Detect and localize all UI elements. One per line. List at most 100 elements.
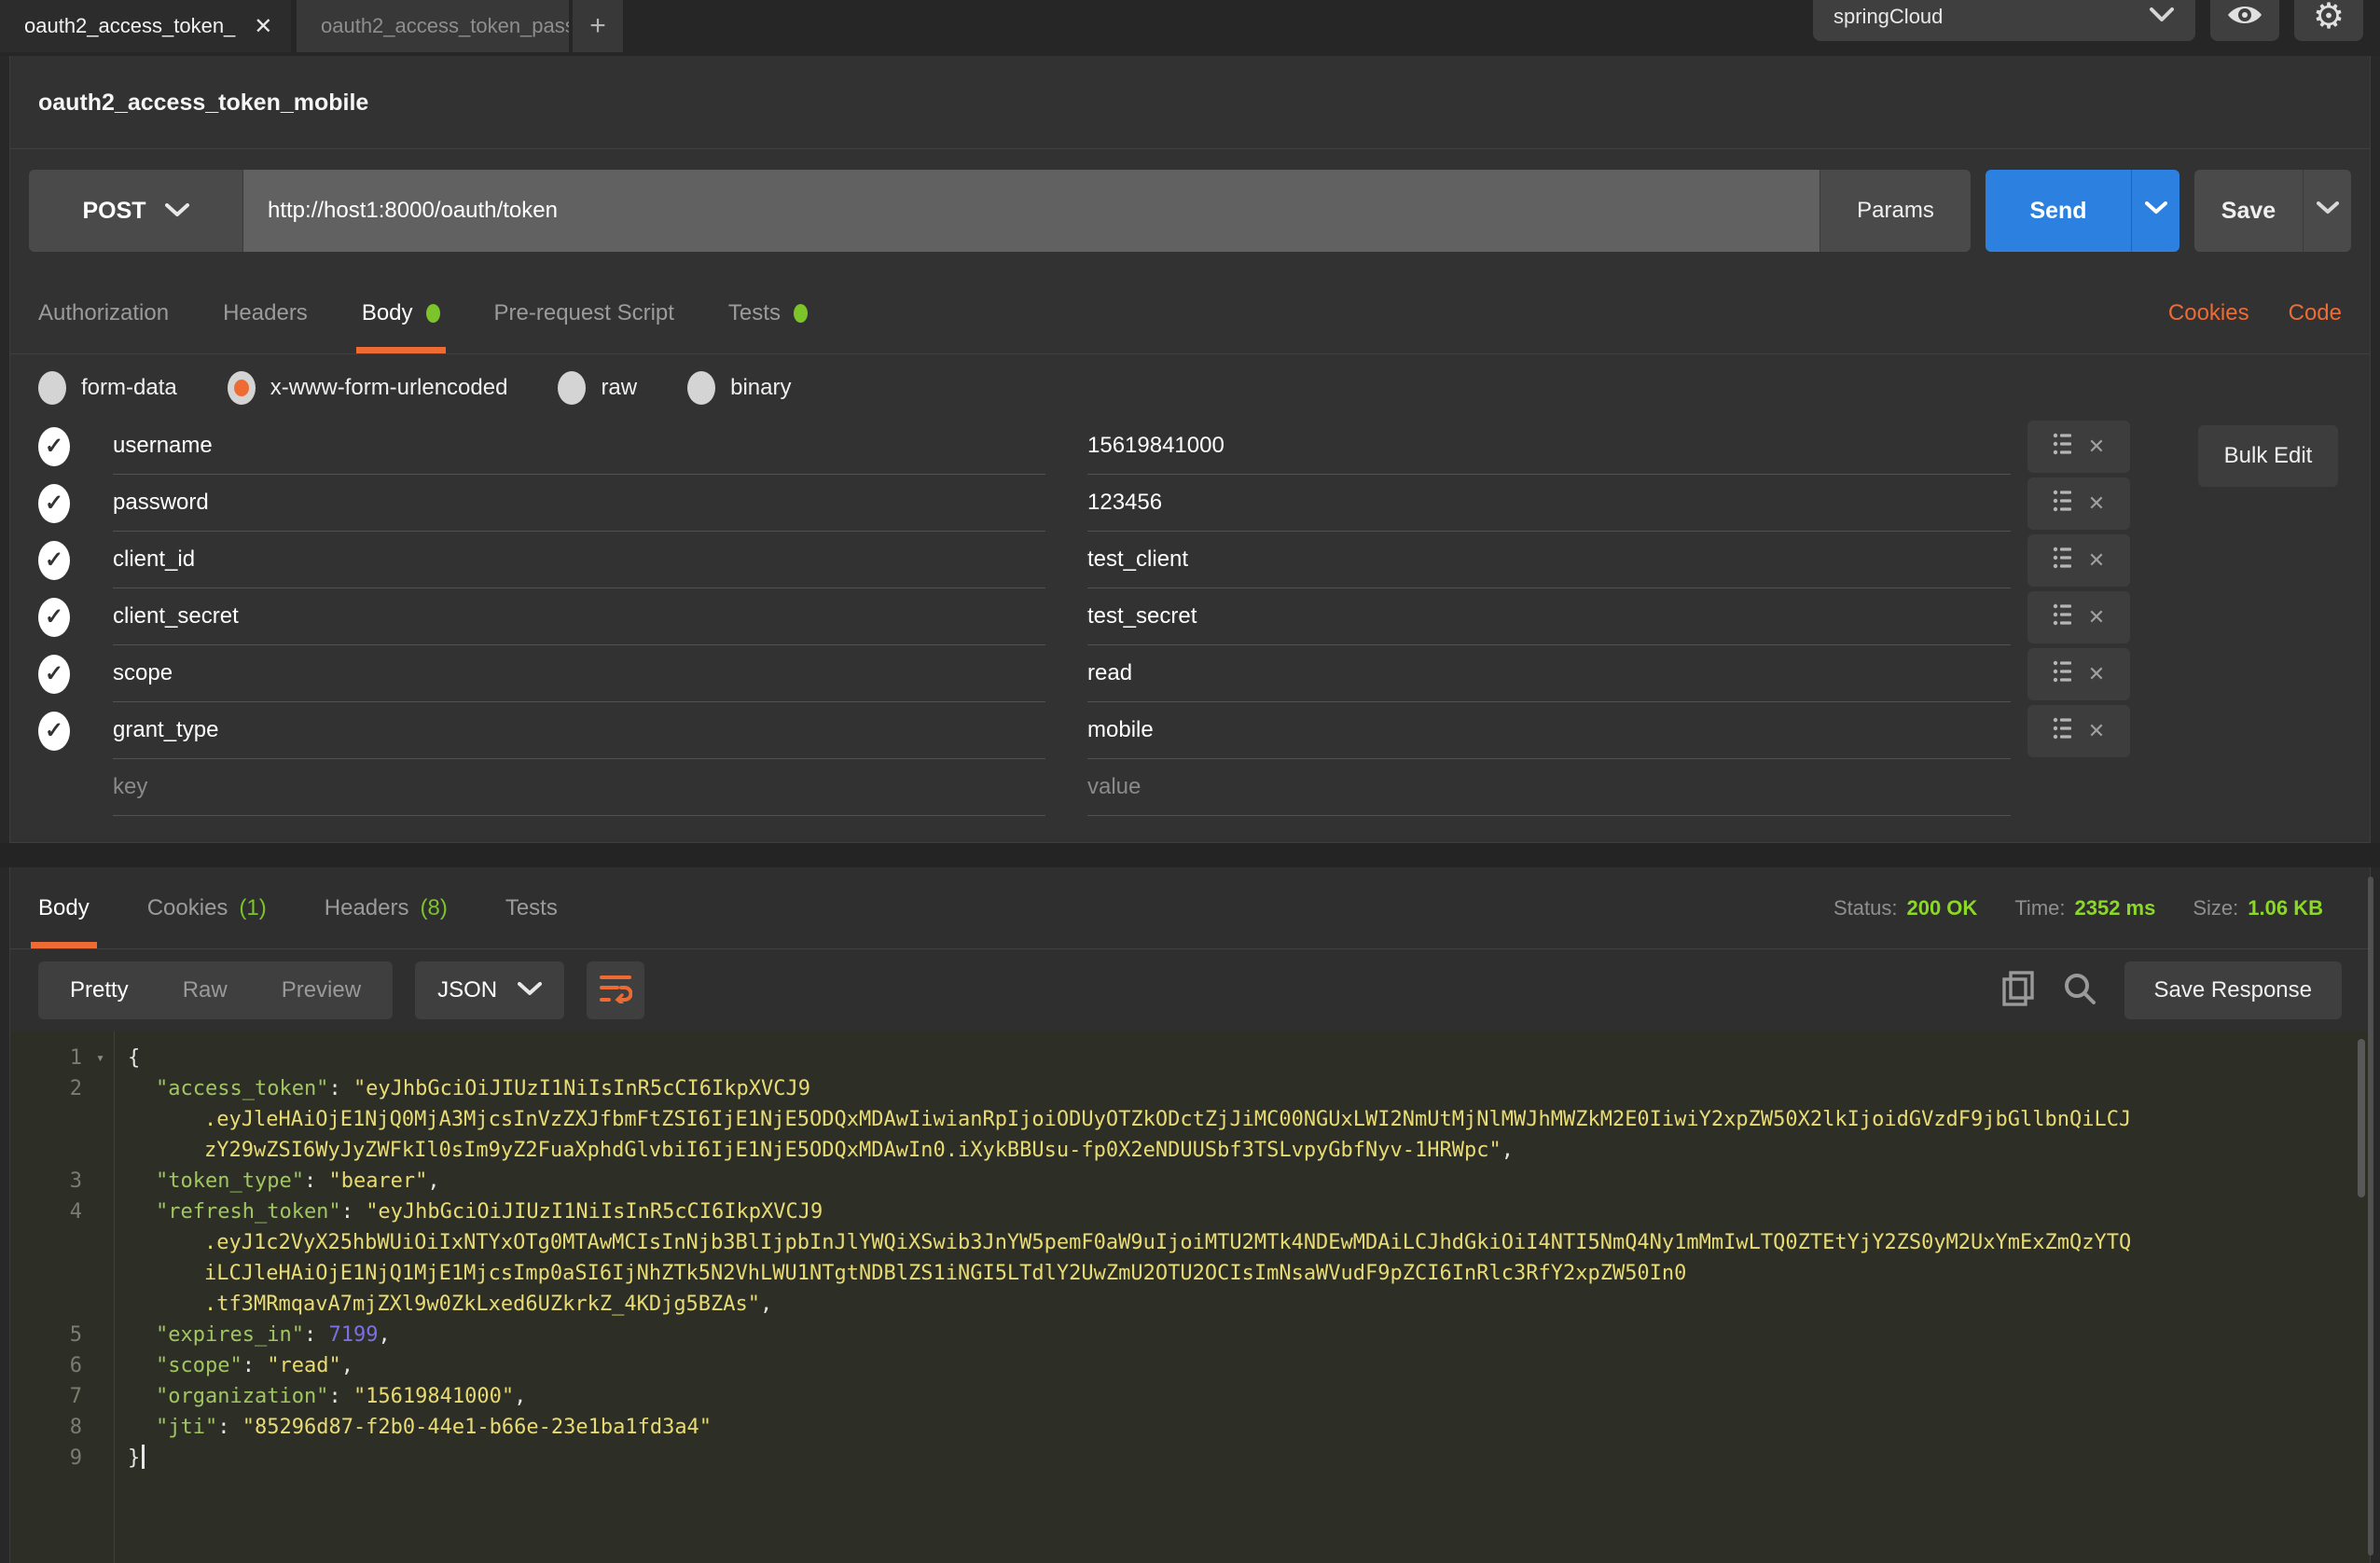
kv-value[interactable]: test_client	[1087, 532, 2011, 588]
send-button[interactable]: Send	[1986, 170, 2131, 252]
kv-key[interactable]: client_secret	[113, 588, 1045, 645]
response-tab-count: (8)	[420, 895, 447, 921]
plus-icon: +	[589, 10, 606, 42]
checkbox-checked-icon[interactable]: ✓	[38, 655, 70, 694]
response-tab-cookies[interactable]: Cookies(1)	[147, 867, 267, 948]
kv-value[interactable]: test_secret	[1087, 588, 2011, 645]
kv-key[interactable]: grant_type	[113, 702, 1045, 759]
wrap-lines-button[interactable]	[587, 961, 644, 1019]
open-tab-label: oauth2_access_token_passv	[321, 14, 569, 38]
checkbox-checked-icon[interactable]: ✓	[38, 541, 70, 580]
remove-row-icon[interactable]: ✕	[2088, 662, 2105, 686]
url-input[interactable]	[243, 170, 1820, 252]
send-options-button[interactable]	[2131, 170, 2179, 252]
gear-icon: ⚙	[2313, 0, 2345, 35]
size-value: 1.06 KB	[2248, 896, 2323, 920]
text-cursor	[142, 1445, 145, 1469]
body-mode-binary[interactable]: binary	[687, 371, 791, 405]
drag-handle-icon[interactable]	[2053, 489, 2073, 518]
request-tabs: Authorization Headers Body Pre-request Scri…	[10, 272, 2370, 354]
request-name: oauth2_access_token_mobile	[38, 90, 2342, 117]
response-tab-label: Headers	[325, 895, 409, 921]
save-response-button[interactable]: Save Response	[2124, 961, 2342, 1019]
cookies-link[interactable]: Cookies	[2168, 300, 2249, 326]
environment-area: springCloud ⚙	[1813, 0, 2380, 56]
remove-row-icon[interactable]: ✕	[2088, 719, 2105, 743]
view-mode-raw[interactable]: Raw	[183, 977, 228, 1003]
response-tab-body[interactable]: Body	[38, 867, 90, 948]
kv-check-cell: ✓	[38, 655, 113, 694]
params-button[interactable]: Params	[1820, 170, 1971, 252]
request-title-row: oauth2_access_token_mobile	[10, 56, 2370, 149]
line-number: 3	[10, 1166, 114, 1196]
open-tab-oauth2-access-token-passv[interactable]: oauth2_access_token_passv	[297, 0, 569, 52]
status-label: Status:	[1833, 896, 1897, 920]
new-tab-button[interactable]: +	[573, 0, 623, 52]
drag-handle-icon[interactable]	[2053, 602, 2073, 631]
checkbox-checked-icon[interactable]: ✓	[38, 712, 70, 751]
environment-quick-look-button[interactable]	[2210, 0, 2279, 41]
kv-key[interactable]: password	[113, 475, 1045, 532]
kv-key[interactable]: scope	[113, 645, 1045, 702]
response-toolbar-right: Save Response	[2001, 961, 2342, 1019]
tab-pre-request-script[interactable]: Pre-request Script	[494, 272, 674, 353]
kv-key[interactable]: username	[113, 418, 1045, 475]
code-token: "15619841000"	[353, 1385, 514, 1408]
view-mode-pretty[interactable]: Pretty	[70, 977, 129, 1003]
tab-label: Headers	[223, 300, 308, 326]
drag-handle-icon[interactable]	[2053, 716, 2073, 745]
drag-handle-icon[interactable]	[2053, 659, 2073, 688]
tab-body[interactable]: Body	[362, 272, 440, 353]
method-selector[interactable]: POST	[29, 170, 243, 252]
remove-row-icon[interactable]: ✕	[2088, 491, 2105, 516]
save-options-button[interactable]	[2303, 170, 2351, 252]
close-icon[interactable]: ✕	[235, 13, 272, 40]
body-mode-form-data[interactable]: form-data	[38, 371, 177, 405]
drag-handle-icon[interactable]	[2053, 432, 2073, 461]
kv-row-actions: ✕	[2027, 534, 2130, 587]
radio-icon	[38, 371, 66, 405]
remove-row-icon[interactable]: ✕	[2088, 548, 2105, 573]
remove-row-icon[interactable]: ✕	[2088, 605, 2105, 629]
checkbox-checked-icon[interactable]: ✓	[38, 427, 70, 466]
save-button[interactable]: Save	[2194, 170, 2303, 252]
search-icon[interactable]	[2063, 972, 2096, 1010]
response-tab-headers[interactable]: Headers (8)	[325, 867, 448, 948]
kv-value[interactable]: mobile	[1087, 702, 2011, 759]
tab-headers[interactable]: Headers	[223, 272, 308, 353]
code-token: .tf3MRmqavA7mjZXl9w0ZkLxed6UZkrkZ_4KDjg5…	[204, 1293, 760, 1316]
kv-value[interactable]: 123456	[1087, 475, 2011, 532]
kv-key[interactable]: client_id	[113, 532, 1045, 588]
format-selector[interactable]: JSON	[415, 961, 564, 1019]
checkbox-checked-icon[interactable]: ✓	[38, 484, 70, 523]
tab-tests[interactable]: Tests	[728, 272, 808, 353]
body-mode-raw[interactable]: raw	[558, 371, 637, 405]
bulk-edit-button[interactable]: Bulk Edit	[2198, 425, 2338, 487]
checkbox-checked-icon[interactable]: ✓	[38, 598, 70, 637]
kv-value[interactable]: read	[1087, 645, 2011, 702]
save-label: Save	[2221, 198, 2276, 225]
kv-value-placeholder[interactable]: value	[1087, 759, 2011, 816]
kv-key-placeholder[interactable]: key	[113, 759, 1045, 816]
copy-icon[interactable]	[2001, 970, 2035, 1012]
tab-authorization[interactable]: Authorization	[38, 272, 169, 353]
kv-row-actions: ✕	[2027, 648, 2130, 700]
window-scrollbar[interactable]	[2368, 877, 2373, 1556]
response-scrollbar[interactable]	[2358, 1039, 2365, 1197]
code-line: "jti": "85296d87-f2b0-44e1-b66e-23e1ba1f…	[115, 1412, 2370, 1443]
view-mode-preview[interactable]: Preview	[282, 977, 361, 1003]
kv-value[interactable]: 15619841000	[1087, 418, 2011, 475]
body-mode-x-www-form-urlencoded[interactable]: x-www-form-urlencoded	[228, 371, 508, 405]
time-stat: Time: 2352 ms	[2014, 896, 2155, 920]
response-tab-tests[interactable]: Tests	[505, 867, 558, 948]
open-tab-oauth2-access-token[interactable]: oauth2_access_token_ ✕	[0, 0, 291, 52]
collapse-caret-icon[interactable]: ▾	[96, 1043, 104, 1073]
remove-row-icon[interactable]: ✕	[2088, 435, 2105, 459]
environment-selector[interactable]: springCloud	[1813, 0, 2195, 41]
response-tab-list: Body Cookies(1) Headers (8) Tests	[38, 867, 616, 948]
settings-button[interactable]: ⚙	[2294, 0, 2363, 41]
code-link[interactable]: Code	[2289, 300, 2342, 326]
drag-handle-icon[interactable]	[2053, 546, 2073, 574]
green-dot-icon	[426, 304, 440, 323]
code-token: ,	[378, 1323, 390, 1347]
